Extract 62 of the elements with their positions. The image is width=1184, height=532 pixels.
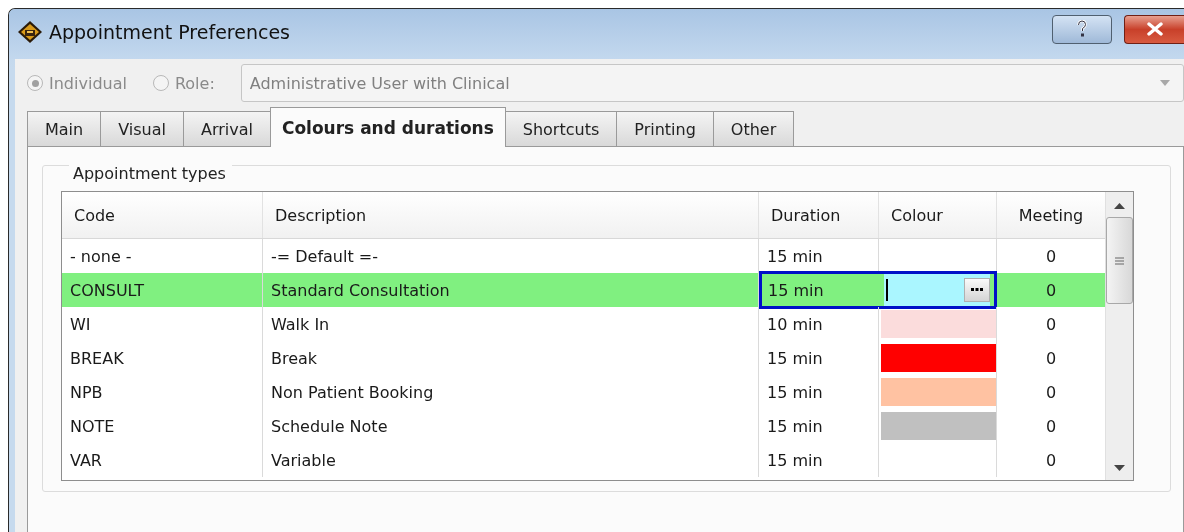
ellipsis-button[interactable]: [964, 278, 990, 302]
table-cell-text: 0: [1044, 381, 1058, 404]
table-cell-text: 0: [1044, 279, 1058, 302]
column-header[interactable]: Description: [263, 192, 759, 238]
table-cell-text: 0: [1044, 313, 1058, 336]
tab[interactable]: Colours and durations: [269, 107, 506, 147]
table-cell-text: 0: [1044, 449, 1058, 472]
table-cell: Walk In: [263, 307, 759, 341]
table-cell: Standard Consultation: [263, 273, 759, 307]
table-cell-text: 15 min: [767, 279, 825, 302]
scrollbar-thumb[interactable]: [1106, 217, 1133, 304]
column-header[interactable]: Duration: [759, 192, 879, 238]
table-cell: WI: [62, 307, 263, 341]
text-cursor: [886, 279, 888, 301]
table-cell: CONSULT: [62, 273, 263, 307]
scroll-down-icon: [1114, 465, 1125, 472]
table-cell: 15 min: [759, 375, 879, 409]
column-header[interactable]: Meeting: [997, 192, 1105, 238]
vertical-scrollbar[interactable]: [1105, 192, 1133, 480]
table-row[interactable]: NPB Non Patient Booking 15 min 0: [62, 375, 1105, 409]
table-cell: VAR: [62, 443, 263, 477]
table-cell: 15 min: [759, 443, 879, 477]
tab[interactable]: Arrival: [182, 111, 271, 147]
grip-icon: [1115, 256, 1124, 265]
tab[interactable]: Shortcuts: [504, 111, 618, 147]
table-row[interactable]: BREAK Break 15 min 0: [62, 341, 1105, 375]
table-cell: BREAK: [62, 341, 263, 375]
table-row[interactable]: WI Walk In 10 min 0: [62, 307, 1105, 341]
tab[interactable]: Printing: [616, 111, 714, 147]
table-cell-text: 0: [1044, 347, 1058, 370]
app-logo-icon: [17, 20, 43, 44]
close-button[interactable]: [1124, 14, 1184, 44]
colour-field[interactable]: [884, 274, 990, 306]
column-header[interactable]: Code: [62, 192, 263, 238]
table-cell-text: 0: [1044, 415, 1058, 438]
table-cell-text: 0: [1044, 245, 1058, 268]
table-row[interactable]: NOTE Schedule Note 15 min 0: [62, 409, 1105, 443]
table-cell: Variable: [263, 443, 759, 477]
table-cell: Non Patient Booking: [263, 375, 759, 409]
close-icon: [1146, 22, 1163, 36]
table-cell: NPB: [62, 375, 263, 409]
group-title: Appointment types: [69, 164, 232, 183]
table-cell: 15 min: [759, 239, 879, 273]
selected-row[interactable]: CONSULT Standard Consultation 15 min 0: [62, 273, 1105, 307]
table-cell: 15 min: [759, 341, 879, 375]
tab[interactable]: Other: [712, 111, 795, 147]
dropdown-arrow-icon: [1159, 79, 1171, 87]
help-button[interactable]: [1052, 14, 1112, 44]
scroll-up-icon: [1114, 202, 1125, 209]
table-cell: Schedule Note: [263, 409, 759, 443]
tab[interactable]: Visual: [100, 111, 184, 147]
table-cell: 15 min: [759, 409, 879, 443]
window-title: Appointment Preferences: [49, 21, 290, 43]
table-row[interactable]: VAR Variable 15 min 0: [62, 443, 1105, 477]
table-cell: 10 min: [759, 307, 879, 341]
cell-editor[interactable]: 15 min: [759, 271, 997, 309]
column-header[interactable]: Colour: [879, 192, 997, 238]
ellipsis-icon: [971, 288, 983, 292]
table-cell: NOTE: [62, 409, 263, 443]
help-icon: [1076, 20, 1088, 38]
table-cell: Break: [263, 341, 759, 375]
tab[interactable]: Main: [27, 111, 102, 147]
